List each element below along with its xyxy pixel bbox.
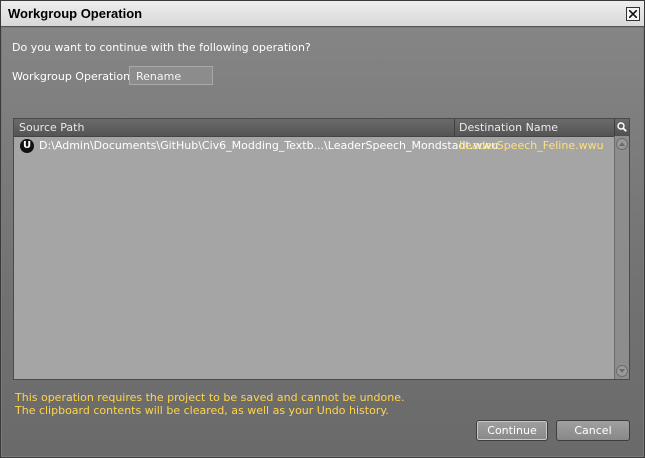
- operation-label: Workgroup Operation:: [12, 70, 134, 83]
- column-divider[interactable]: [454, 119, 455, 136]
- operation-value-field: Rename: [129, 66, 213, 85]
- vertical-scrollbar[interactable]: [614, 136, 629, 379]
- list-header: Source Path Destination Name: [14, 119, 614, 137]
- warning-text-clipboard: The clipboard contents will be cleared, …: [15, 404, 389, 417]
- continue-button[interactable]: Continue: [476, 420, 548, 441]
- cancel-button[interactable]: Cancel: [556, 420, 630, 441]
- warning-text-undo: This operation requires the project to b…: [15, 391, 405, 404]
- destination-name-cell[interactable]: LeaderSpeech_Feline.wwu: [459, 139, 604, 152]
- wwise-unit-icon: U: [20, 139, 34, 153]
- title-bar[interactable]: Workgroup Operation: [1, 1, 644, 27]
- workgroup-operation-dialog: Workgroup Operation Do you want to conti…: [0, 0, 645, 458]
- column-header-destination-name[interactable]: Destination Name: [459, 121, 558, 134]
- prompt-text: Do you want to continue with the followi…: [12, 41, 311, 54]
- search-icon: [617, 122, 627, 132]
- chevron-up-icon: [619, 142, 625, 146]
- dialog-content: Do you want to continue with the followi…: [2, 28, 643, 456]
- dialog-title: Workgroup Operation: [8, 6, 143, 21]
- close-button[interactable]: [626, 7, 640, 21]
- operation-list: Source Path Destination Name U D:\Admin\…: [13, 118, 630, 380]
- close-icon: [629, 10, 637, 18]
- list-item[interactable]: U D:\Admin\Documents\GitHub\Civ6_Modding…: [14, 137, 614, 155]
- list-search-button[interactable]: [614, 119, 629, 136]
- column-header-source-path[interactable]: Source Path: [19, 121, 84, 134]
- chevron-down-icon: [619, 369, 625, 373]
- source-path-cell: D:\Admin\Documents\GitHub\Civ6_Modding_T…: [39, 139, 499, 152]
- scroll-down-button[interactable]: [616, 365, 628, 377]
- scroll-up-button[interactable]: [616, 138, 628, 150]
